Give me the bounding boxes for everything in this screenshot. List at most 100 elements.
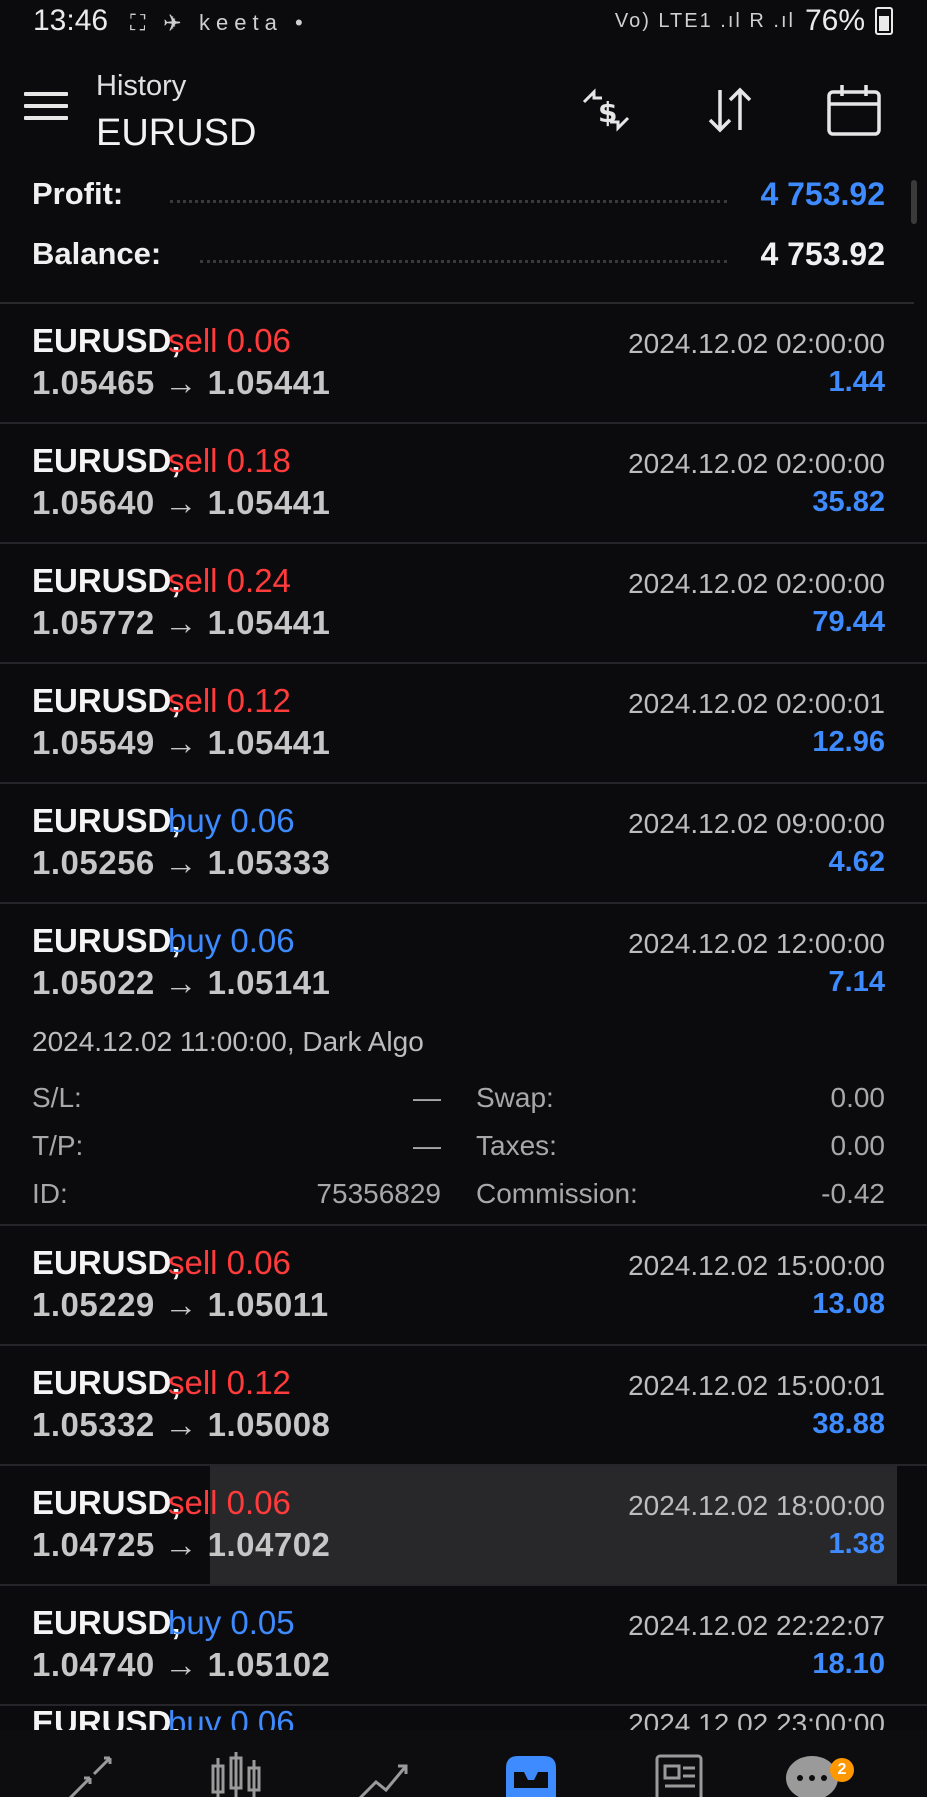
swap-label: Swap: [476, 1082, 554, 1113]
status-bar: 13:46 ⛶ ✈ keeta • Vo) LTE1 .ıl R .ıl 76% [0, 0, 927, 42]
app-bar: History EURUSD $ [0, 60, 927, 160]
deal-profit: 4.62 [828, 846, 885, 878]
detail-row: ID: 75356829 Commission: -0.42 [0, 1178, 927, 1226]
deal-profit: 1.38 [828, 1528, 885, 1560]
deal-time: 2024.12.02 12:00:00 [628, 928, 885, 959]
sl-label: S/L: [32, 1082, 82, 1113]
deal-time: 2024.12.02 22:22:07 [628, 1610, 885, 1641]
deal-side: sell 0.18 [168, 442, 291, 479]
deal-row-partial[interactable]: EURUSD, buy 0.06 2024.12.02 23:00:00 [0, 1692, 927, 1730]
deal-time: 2024.12.02 15:00:01 [628, 1370, 885, 1401]
tp-label: T/P: [32, 1130, 84, 1161]
deal-time: 2024.12.02 09:00:00 [628, 808, 885, 839]
deal-open-info: 2024.12.02 11:00:00, Dark Algo [32, 1026, 424, 1057]
deal-row[interactable]: EURUSD, buy 0.06 1.05256 → 1.05333 2024.12.… [0, 784, 927, 904]
trade-icon[interactable] [352, 1748, 422, 1797]
deal-side: buy 0.05 [168, 1604, 295, 1641]
detail-row: S/L: — Swap: 0.00 [0, 1082, 927, 1130]
currency-exchange-icon[interactable]: $ [576, 80, 636, 140]
deal-row[interactable]: EURUSD, sell 0.18 1.05640 → 1.05441 2024.12… [0, 424, 927, 544]
status-right: Vo) LTE1 .ıl R .ıl 76% [615, 4, 893, 38]
deal-profit: 1.44 [828, 366, 885, 398]
deal-side: sell 0.06 [168, 1484, 291, 1521]
deal-row[interactable]: EURUSD, sell 0.06 1.05229 → 1.05011 2024.12… [0, 1226, 927, 1346]
deal-profit: 79.44 [812, 606, 885, 638]
deal-row[interactable]: EURUSD, sell 0.12 1.05332 → 1.05008 2024.12… [0, 1346, 927, 1466]
deal-symbol: EURUSD, [32, 1484, 181, 1521]
deal-profit: 38.88 [812, 1408, 885, 1440]
deal-symbol: EURUSD, [32, 1244, 181, 1281]
detail-row: T/P: — Taxes: 0.00 [0, 1130, 927, 1178]
profit-row: Profit: 4 753.92 [0, 172, 927, 232]
scrollbar[interactable] [911, 180, 917, 224]
dotted-leader [200, 260, 727, 263]
deal-prices: 1.04740 → 1.05102 [32, 1646, 331, 1683]
news-icon[interactable] [647, 1748, 717, 1797]
deal-time: 2024.12.02 02:00:00 [628, 568, 885, 599]
deal-profit: 35.82 [812, 486, 885, 518]
deal-prices: 1.05772 → 1.05441 [32, 604, 331, 641]
deal-side: sell 0.06 [168, 1244, 291, 1281]
battery-level: 76% [804, 4, 865, 37]
page-title[interactable]: EURUSD [96, 112, 256, 155]
svg-text:$: $ [598, 96, 617, 129]
id-value: 75356829 [316, 1178, 441, 1209]
page-subtitle: History [96, 70, 187, 102]
deal-symbol: EURUSD, [32, 442, 181, 479]
balance-value: 4 753.92 [760, 236, 885, 272]
deal-row-expanded[interactable]: 2024.12.02 11:00:00, Dark Algo S/L: — Sw… [0, 904, 927, 1226]
deal-prices: 1.05229 → 1.05011 [32, 1286, 329, 1323]
deal-prices: 1.05549 → 1.05441 [32, 724, 331, 761]
deal-symbol: EURUSD, [32, 1604, 181, 1641]
deals-list: EURUSD, sell 0.06 1.05465 → 1.05441 2024.12… [0, 304, 927, 1706]
swap-value: 0.00 [830, 1082, 886, 1113]
history-icon[interactable] [500, 1748, 570, 1797]
deal-symbol: EURUSD, [32, 562, 181, 599]
status-time: 13:46 [33, 4, 109, 37]
profit-value: 4 753.92 [760, 176, 885, 212]
deal-profit: 13.08 [812, 1288, 885, 1320]
menu-icon[interactable] [24, 92, 68, 122]
deal-row[interactable]: EURUSD, buy 0.05 1.04740 → 1.05102 2024.12.… [0, 1586, 927, 1706]
deal-symbol: EURUSD, [32, 922, 181, 959]
deal-row[interactable]: EURUSD, sell 0.12 1.05549 → 1.05441 2024.12… [0, 664, 927, 784]
sl-value: — [413, 1082, 441, 1113]
bottom-nav: 2 [0, 1730, 927, 1797]
taxes-label: Taxes: [476, 1130, 557, 1161]
summary-panel: Profit: 4 753.92 Balance: 4 753.92 [0, 172, 927, 292]
deal-side: sell 0.12 [168, 1364, 291, 1401]
quotes-icon[interactable] [60, 1748, 130, 1797]
deal-prices: 1.04725 → 1.04702 [32, 1526, 331, 1563]
deal-prices: 1.05332 → 1.05008 [32, 1406, 331, 1443]
deal-time: 2024.12.02 02:00:00 [628, 448, 885, 479]
chat-icon[interactable]: 2 [782, 1748, 854, 1797]
deal-prices: 1.05022 → 1.05141 [32, 964, 331, 1001]
sort-icon[interactable] [700, 80, 760, 140]
deal-time: 2024.12.02 02:00:00 [628, 328, 885, 359]
deal-profit: 7.14 [828, 966, 885, 998]
balance-label: Balance: [32, 236, 162, 271]
deal-profit: 18.10 [812, 1648, 885, 1680]
deal-details: S/L: — Swap: 0.00 T/P: — Taxes: 0.00 ID:… [0, 1082, 927, 1226]
deal-side: sell 0.12 [168, 682, 291, 719]
deal-row[interactable]: EURUSD, sell 0.24 1.05772 → 1.05441 2024.12… [0, 544, 927, 664]
dotted-leader [170, 200, 727, 203]
deal-row[interactable]: EURUSD, sell 0.06 1.04725 → 1.04702 2024.12… [0, 1466, 927, 1586]
deal-symbol: EURUSD, [32, 322, 181, 359]
profit-label: Profit: [32, 176, 124, 211]
notification-icons: ⛶ ✈ keeta • [130, 10, 309, 35]
calendar-icon[interactable] [824, 80, 884, 140]
deal-profit: 12.96 [812, 726, 885, 758]
deal-time: 2024.12.02 23:00:00 [628, 1708, 885, 1730]
deal-prices: 1.05640 → 1.05441 [32, 484, 331, 521]
deal-prices: 1.05256 → 1.05333 [32, 844, 331, 881]
deal-time: 2024.12.02 02:00:01 [628, 688, 885, 719]
chart-icon[interactable] [205, 1748, 275, 1797]
deal-symbol: EURUSD, [32, 1704, 181, 1730]
deal-prices: 1.05465 → 1.05441 [32, 364, 331, 401]
deal-side: buy 0.06 [168, 922, 295, 959]
deal-row[interactable]: EURUSD, sell 0.06 1.05465 → 1.05441 2024.12… [0, 304, 927, 424]
deal-time: 2024.12.02 15:00:00 [628, 1250, 885, 1281]
deal-side: buy 0.06 [168, 802, 295, 839]
deal-symbol: EURUSD, [32, 802, 181, 839]
